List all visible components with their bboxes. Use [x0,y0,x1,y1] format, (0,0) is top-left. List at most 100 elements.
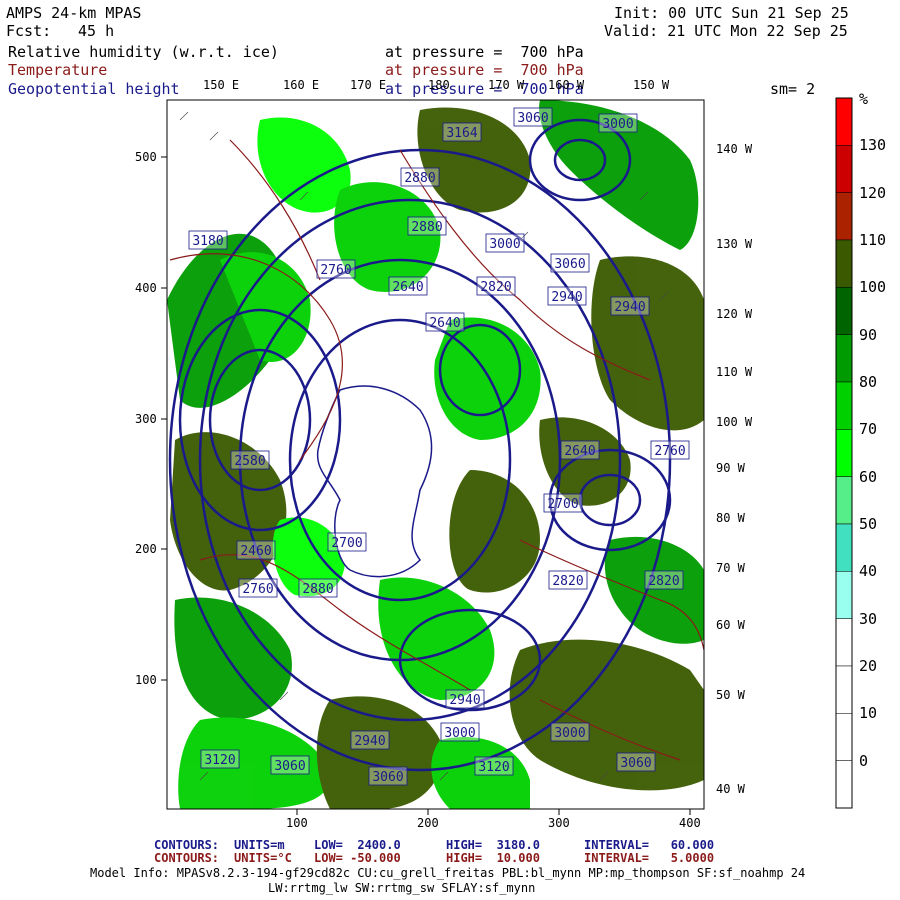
lon-160e: 160 E [283,78,320,92]
footer-height-low: LOW= 2400.0 [314,838,401,852]
lon-140w: 140 W [716,142,753,156]
lon-70w: 70 W [716,561,745,575]
contour-label: 2820 [552,574,583,589]
colorbar-swatch [835,665,853,714]
colorbar-label: 70 [859,420,878,439]
colorbar-swatch [835,239,853,288]
y-tick-400: 400 [135,281,157,295]
colorbar-label: 40 [859,562,878,581]
footer-height-units: UNITS=m [234,838,285,852]
contour-label: 2940 [551,290,582,305]
footer-temp-interval: INTERVAL= 5.0000 [584,851,715,865]
colorbar-label: 130 [859,136,887,155]
contour-label: 2760 [320,263,351,278]
colorbar-swatch [835,287,853,335]
contour-label: 3120 [204,753,235,768]
colorbar [835,97,853,809]
x-tick-300: 300 [548,816,570,830]
x-tick-200: 200 [417,816,439,830]
lon-40w: 40 W [716,782,745,796]
footer-temp-units: UNITS=°C [234,851,292,865]
colorbar-label: 80 [859,373,878,391]
colorbar-swatch [835,760,853,809]
contour-label: 3000 [554,726,585,741]
colorbar-unit: % [859,90,869,108]
contour-label: 2880 [302,582,333,597]
lon-110w: 110 W [716,365,753,379]
lon-160w: 160 W [548,78,585,92]
contour-label: 2940 [449,693,480,708]
colorbar-label: 110 [859,231,887,249]
colorbar-label: 20 [859,657,878,675]
contour-label: 2700 [547,497,578,512]
model-info: Model Info: MPASv8.2.3-194-gf29cd82c CU:… [90,866,806,880]
lon-100w: 100 W [716,415,753,429]
footer-height-high: HIGH= 3180.0 [446,838,540,852]
contour-label: 3060 [554,257,585,272]
contour-label: 2640 [429,316,460,331]
x-tick-400: 400 [679,816,701,830]
footer-height-label: CONTOURS: [154,838,220,852]
x-tick-100: 100 [286,816,308,830]
contour-label: 2820 [648,574,679,589]
y-tick-200: 200 [135,542,157,556]
colorbar-label: 30 [859,609,878,628]
y-tick-100: 100 [135,673,157,687]
lon-150w: 150 W [633,78,670,92]
contour-label: 2820 [480,280,511,295]
contour-label: 2640 [564,444,595,459]
model-info-radiation: LW:rrtmg_lw SW:rrtmg_sw SFLAY:sf_mynn [268,881,536,895]
colorbar-label: 100 [859,278,887,297]
footer-temp-low: LOW= -50.000 [314,851,401,865]
colorbar-swatch [835,571,853,619]
contour-label: 3060 [372,770,403,785]
contour-label: 2700 [331,536,362,551]
colorbar-swatch [835,523,853,572]
colorbar-label: 0 [859,751,869,770]
lon-150e: 150 E [203,78,240,92]
colorbar-swatch [835,334,853,383]
contour-label: 2580 [234,454,265,469]
lon-120w: 120 W [716,307,753,321]
contour-label: 3000 [489,237,520,252]
contour-label: 3060 [517,111,548,126]
colorbar-label: 90 [859,325,878,344]
y-tick-300: 300 [135,412,157,426]
contour-label: 2880 [404,171,435,186]
contour-label: 3060 [620,756,651,771]
colorbar-swatch [835,97,853,146]
contour-label: 2760 [654,444,685,459]
contour-label: 2880 [411,220,442,235]
lon-90w: 90 W [716,461,745,475]
contour-label: 2940 [614,300,645,315]
lon-180: 180 [428,78,450,92]
colorbar-label: 120 [859,183,887,202]
footer-temp-high: HIGH= 10.000 [446,851,540,865]
colorbar-swatch [835,192,853,241]
colorbar-swatch [835,618,853,667]
lon-170e: 170 E [350,78,387,92]
colorbar-swatch [835,381,853,430]
contour-label: 3180 [192,234,223,249]
colorbar-label: 50 [859,515,878,533]
lon-170w: 170 W [488,78,525,92]
contour-label: 2760 [242,582,273,597]
colorbar-swatch [835,429,853,477]
colorbar-swatch [835,145,853,193]
y-tick-500: 500 [135,150,157,164]
lon-130w: 130 W [716,237,753,251]
footer-temp-label: CONTOURS: [154,851,220,865]
contour-label: 3164 [446,126,477,141]
map-panel: 3164 3060 3000 2880 3000 3060 3180 2880 2760 2640… [161,97,853,815]
lon-60w: 60 W [716,618,745,632]
footer-height-interval: INTERVAL= 60.000 [584,838,715,852]
contour-label: 2460 [240,544,271,559]
lon-80w: 80 W [716,511,745,525]
contour-label: 3120 [478,760,509,775]
contour-label: 3000 [602,117,633,132]
colorbar-label: 10 [859,704,878,723]
colorbar-label: 60 [859,467,878,486]
contour-label: 3060 [274,759,305,774]
contour-label: 2640 [392,280,423,295]
lon-50w: 50 W [716,688,745,702]
